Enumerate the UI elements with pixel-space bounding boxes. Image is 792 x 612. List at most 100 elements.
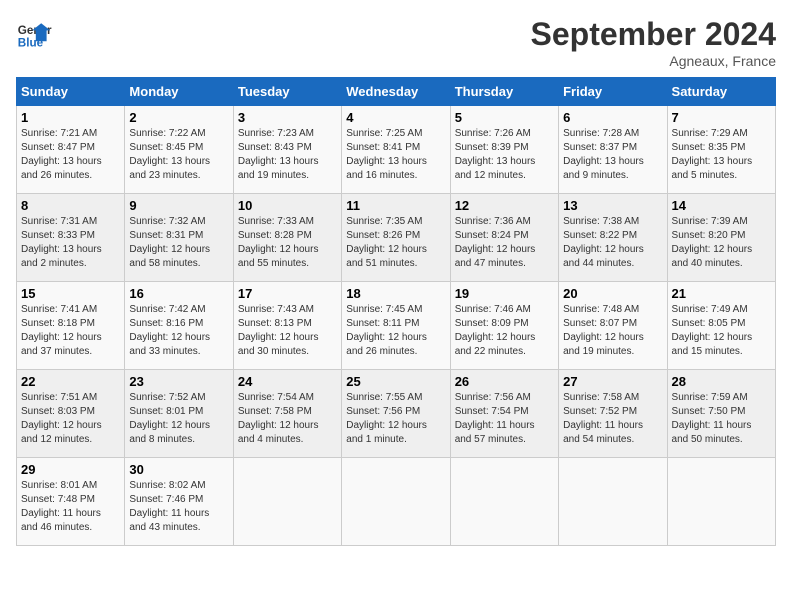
- day-number: 13: [563, 198, 662, 213]
- day-info: Sunrise: 7:56 AM Sunset: 7:54 PM Dayligh…: [455, 391, 554, 447]
- day-info: Sunrise: 7:26 AM Sunset: 8:39 PM Dayligh…: [455, 127, 554, 183]
- location: Agneaux, France: [531, 53, 776, 69]
- day-info: Sunrise: 7:35 AM Sunset: 8:26 PM Dayligh…: [346, 215, 445, 271]
- day-number: 9: [129, 198, 228, 213]
- day-cell: 21 Sunrise: 7:49 AM Sunset: 8:05 PM Dayli…: [667, 282, 775, 370]
- day-number: 14: [672, 198, 771, 213]
- day-number: 1: [21, 110, 120, 125]
- day-number: 11: [346, 198, 445, 213]
- day-info: Sunrise: 7:59 AM Sunset: 7:50 PM Dayligh…: [672, 391, 771, 447]
- day-info: Sunrise: 7:54 AM Sunset: 7:58 PM Dayligh…: [238, 391, 337, 447]
- day-info: Sunrise: 8:01 AM Sunset: 7:48 PM Dayligh…: [21, 479, 120, 535]
- day-cell: 5 Sunrise: 7:26 AM Sunset: 8:39 PM Daylig…: [450, 106, 558, 194]
- day-cell: 17 Sunrise: 7:43 AM Sunset: 8:13 PM Dayli…: [233, 282, 341, 370]
- day-info: Sunrise: 7:21 AM Sunset: 8:47 PM Dayligh…: [21, 127, 120, 183]
- day-number: 12: [455, 198, 554, 213]
- empty-cell: [450, 458, 558, 546]
- day-cell: 1 Sunrise: 7:21 AM Sunset: 8:47 PM Daylig…: [17, 106, 125, 194]
- day-info: Sunrise: 7:55 AM Sunset: 7:56 PM Dayligh…: [346, 391, 445, 447]
- day-cell: 10 Sunrise: 7:33 AM Sunset: 8:28 PM Dayli…: [233, 194, 341, 282]
- day-cell: 22Sunrise: 7:51 AM Sunset: 8:03 PM Dayli…: [17, 370, 125, 458]
- day-number: 4: [346, 110, 445, 125]
- day-cell: 28 Sunrise: 7:59 AM Sunset: 7:50 PM Dayli…: [667, 370, 775, 458]
- day-number: 17: [238, 286, 337, 301]
- day-info: Sunrise: 7:31 AM Sunset: 8:33 PM Dayligh…: [21, 215, 120, 271]
- calendar-table: SundayMondayTuesdayWednesdayThursdayFrid…: [16, 77, 776, 546]
- day-number: 5: [455, 110, 554, 125]
- empty-cell: [342, 458, 450, 546]
- day-cell: 27 Sunrise: 7:58 AM Sunset: 7:52 PM Dayli…: [559, 370, 667, 458]
- calendar-week: 15 Sunrise: 7:41 AM Sunset: 8:18 PM Dayli…: [17, 282, 776, 370]
- day-info: Sunrise: 7:33 AM Sunset: 8:28 PM Dayligh…: [238, 215, 337, 271]
- day-info: Sunrise: 7:58 AM Sunset: 7:52 PM Dayligh…: [563, 391, 662, 447]
- day-number: 8: [21, 198, 120, 213]
- calendar-week: 22Sunrise: 7:51 AM Sunset: 8:03 PM Dayli…: [17, 370, 776, 458]
- header-day: Thursday: [450, 78, 558, 106]
- day-info: Sunrise: 7:28 AM Sunset: 8:37 PM Dayligh…: [563, 127, 662, 183]
- month-title: September 2024: [531, 16, 776, 53]
- day-cell: 16Sunrise: 7:42 AM Sunset: 8:16 PM Dayli…: [125, 282, 233, 370]
- day-cell: 24 Sunrise: 7:54 AM Sunset: 7:58 PM Dayli…: [233, 370, 341, 458]
- day-cell: 29 Sunrise: 8:01 AM Sunset: 7:48 PM Dayli…: [17, 458, 125, 546]
- day-info: Sunrise: 7:22 AM Sunset: 8:45 PM Dayligh…: [129, 127, 228, 183]
- day-info: Sunrise: 7:52 AM Sunset: 8:01 PM Dayligh…: [129, 391, 228, 447]
- day-number: 21: [672, 286, 771, 301]
- day-number: 27: [563, 374, 662, 389]
- day-number: 7: [672, 110, 771, 125]
- day-info: Sunrise: 7:38 AM Sunset: 8:22 PM Dayligh…: [563, 215, 662, 271]
- header-day: Wednesday: [342, 78, 450, 106]
- day-info: Sunrise: 7:39 AM Sunset: 8:20 PM Dayligh…: [672, 215, 771, 271]
- title-block: September 2024 Agneaux, France: [531, 16, 776, 69]
- day-cell: 3 Sunrise: 7:23 AM Sunset: 8:43 PM Daylig…: [233, 106, 341, 194]
- day-number: 19: [455, 286, 554, 301]
- day-info: Sunrise: 7:36 AM Sunset: 8:24 PM Dayligh…: [455, 215, 554, 271]
- day-number: 24: [238, 374, 337, 389]
- day-number: 15: [21, 286, 120, 301]
- day-cell: 25Sunrise: 7:55 AM Sunset: 7:56 PM Dayli…: [342, 370, 450, 458]
- empty-cell: [233, 458, 341, 546]
- day-number: 23: [129, 374, 228, 389]
- day-cell: 4 Sunrise: 7:25 AM Sunset: 8:41 PM Daylig…: [342, 106, 450, 194]
- day-number: 6: [563, 110, 662, 125]
- day-number: 26: [455, 374, 554, 389]
- day-number: 2: [129, 110, 228, 125]
- day-number: 28: [672, 374, 771, 389]
- day-cell: 26 Sunrise: 7:56 AM Sunset: 7:54 PM Dayli…: [450, 370, 558, 458]
- empty-cell: [667, 458, 775, 546]
- day-cell: 6 Sunrise: 7:28 AM Sunset: 8:37 PM Daylig…: [559, 106, 667, 194]
- header-day: Saturday: [667, 78, 775, 106]
- calendar-week: 8 Sunrise: 7:31 AM Sunset: 8:33 PM Daylig…: [17, 194, 776, 282]
- day-info: Sunrise: 7:51 AM Sunset: 8:03 PM Dayligh…: [21, 391, 120, 447]
- day-info: Sunrise: 7:23 AM Sunset: 8:43 PM Dayligh…: [238, 127, 337, 183]
- day-number: 3: [238, 110, 337, 125]
- day-number: 20: [563, 286, 662, 301]
- day-info: Sunrise: 7:45 AM Sunset: 8:11 PM Dayligh…: [346, 303, 445, 359]
- day-info: Sunrise: 7:49 AM Sunset: 8:05 PM Dayligh…: [672, 303, 771, 359]
- day-info: Sunrise: 7:29 AM Sunset: 8:35 PM Dayligh…: [672, 127, 771, 183]
- day-info: Sunrise: 7:43 AM Sunset: 8:13 PM Dayligh…: [238, 303, 337, 359]
- day-info: Sunrise: 7:25 AM Sunset: 8:41 PM Dayligh…: [346, 127, 445, 183]
- day-cell: 30Sunrise: 8:02 AM Sunset: 7:46 PM Dayli…: [125, 458, 233, 546]
- day-info: Sunrise: 7:41 AM Sunset: 8:18 PM Dayligh…: [21, 303, 120, 359]
- day-number: 29: [21, 462, 120, 477]
- svg-text:General: General: [18, 24, 52, 37]
- calendar-week: 1 Sunrise: 7:21 AM Sunset: 8:47 PM Daylig…: [17, 106, 776, 194]
- logo-icon: General Blue: [16, 16, 52, 52]
- day-info: Sunrise: 7:32 AM Sunset: 8:31 PM Dayligh…: [129, 215, 228, 271]
- day-info: Sunrise: 7:48 AM Sunset: 8:07 PM Dayligh…: [563, 303, 662, 359]
- day-cell: 14 Sunrise: 7:39 AM Sunset: 8:20 PM Dayli…: [667, 194, 775, 282]
- day-cell: 20 Sunrise: 7:48 AM Sunset: 8:07 PM Dayli…: [559, 282, 667, 370]
- day-cell: 2 Sunrise: 7:22 AM Sunset: 8:45 PM Daylig…: [125, 106, 233, 194]
- day-cell: 12 Sunrise: 7:36 AM Sunset: 8:24 PM Dayli…: [450, 194, 558, 282]
- day-number: 30: [129, 462, 228, 477]
- day-cell: 18Sunrise: 7:45 AM Sunset: 8:11 PM Dayli…: [342, 282, 450, 370]
- page-header: General Blue September 2024 Agneaux, Fra…: [16, 16, 776, 69]
- day-cell: 8 Sunrise: 7:31 AM Sunset: 8:33 PM Daylig…: [17, 194, 125, 282]
- header-row: SundayMondayTuesdayWednesdayThursdayFrid…: [17, 78, 776, 106]
- day-cell: 7 Sunrise: 7:29 AM Sunset: 8:35 PM Daylig…: [667, 106, 775, 194]
- header-day: Friday: [559, 78, 667, 106]
- header-day: Tuesday: [233, 78, 341, 106]
- day-cell: 11 Sunrise: 7:35 AM Sunset: 8:26 PM Dayli…: [342, 194, 450, 282]
- day-number: 10: [238, 198, 337, 213]
- day-number: 16: [129, 286, 228, 301]
